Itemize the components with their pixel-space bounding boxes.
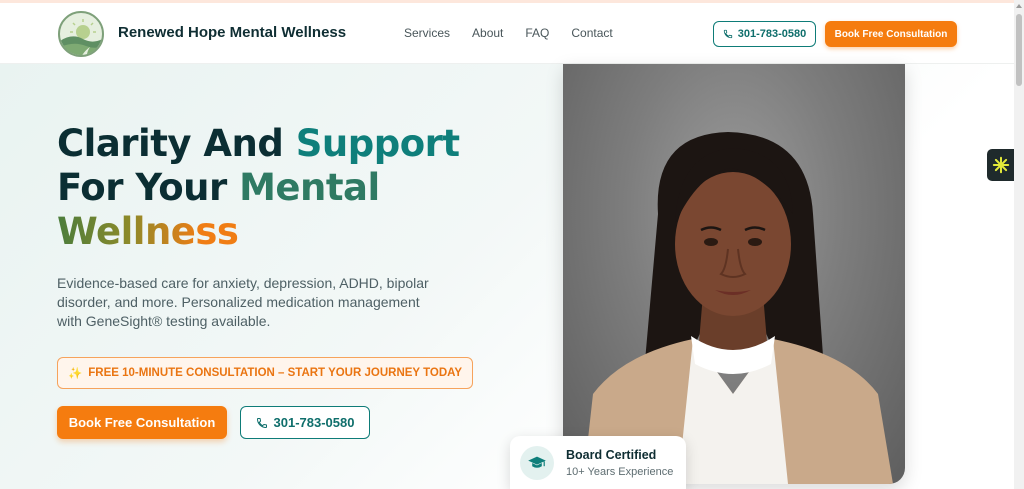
asterisk-icon [992,156,1009,174]
provider-portrait-image [583,132,893,484]
header-phone-button[interactable]: 301-783-0580 [713,21,816,47]
provider-photo [563,64,905,484]
badge-subtitle: 10+ Years Experience [566,466,674,478]
brand-name[interactable]: Renewed Hope Mental Wellness [118,24,346,41]
phone-icon [256,417,267,428]
page-scrollbar[interactable] [1014,0,1024,489]
main-nav: Services About FAQ Contact [404,26,613,40]
headline-mental: Mental [239,166,380,209]
headline-support: Support [295,122,460,165]
sparkle-icon: ✨ [67,368,83,380]
hero-description: Evidence-based care for anxiety, depress… [57,275,429,329]
header-phone-label: 301-783-0580 [737,28,807,40]
hero-headline: Clarity And Support For Your Mental Well… [57,122,517,254]
logo-landscape-icon [60,19,102,55]
banner-text: FREE 10-MINUTE CONSULTATION – START YOUR… [88,367,463,379]
header-book-consultation-button[interactable]: Book Free Consultation [825,21,957,47]
badge-title: Board Certified [566,448,657,462]
headline-wellness: Wellness [57,210,239,253]
accessibility-widget-button[interactable] [987,149,1014,181]
nav-about[interactable]: About [472,26,503,40]
headline-part-3: For Your [57,166,240,209]
phone-icon [723,29,732,39]
graduation-cap-icon [520,446,554,480]
hero-phone-button[interactable]: 301-783-0580 [240,406,370,439]
site-header: Renewed Hope Mental Wellness Services Ab… [0,3,1014,64]
hero-phone-label: 301-783-0580 [273,415,355,430]
nav-services[interactable]: Services [404,26,450,40]
free-consultation-banner[interactable]: ✨ FREE 10-MINUTE CONSULTATION – START YO… [57,357,473,389]
scrollbar-thumb[interactable] [1016,14,1022,86]
board-certified-badge: Board Certified 10+ Years Experience [510,436,686,489]
headline-part-1: Clarity And [57,122,296,165]
nav-contact[interactable]: Contact [571,26,612,40]
scroll-up-arrow-icon[interactable] [1016,4,1022,8]
book-consultation-button[interactable]: Book Free Consultation [57,406,227,439]
logo[interactable] [58,11,104,57]
nav-faq[interactable]: FAQ [525,26,549,40]
